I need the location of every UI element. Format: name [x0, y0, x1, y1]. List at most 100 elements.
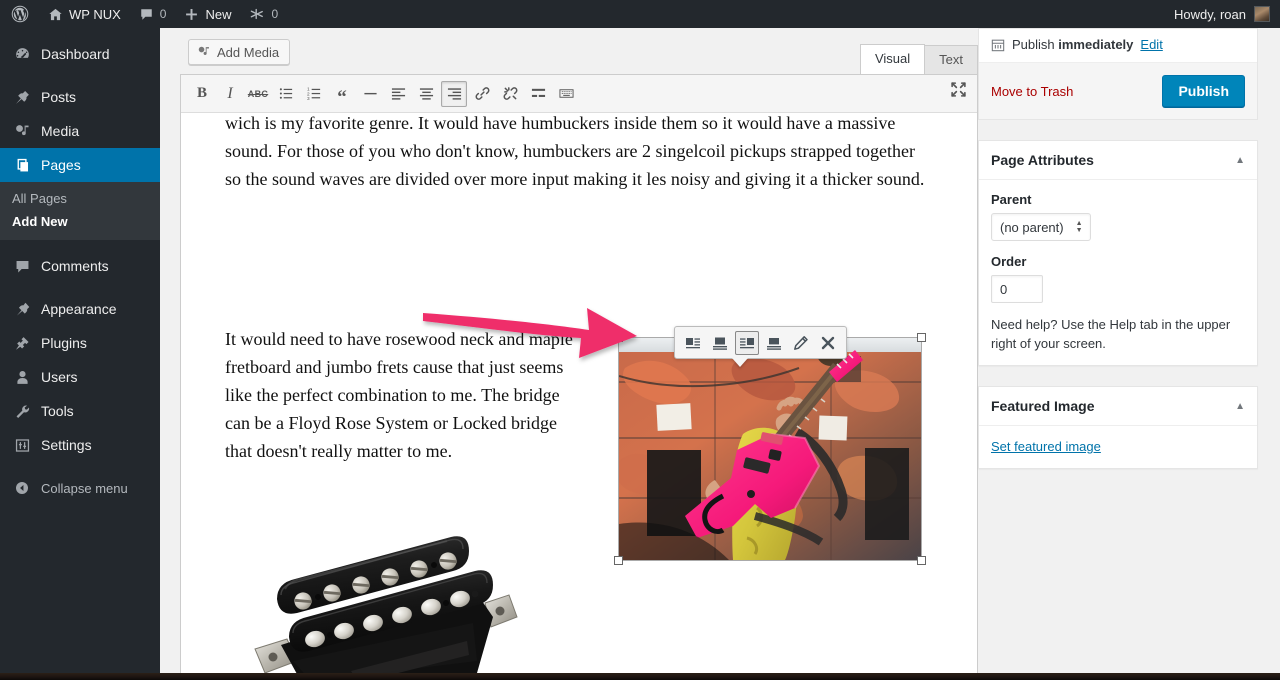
numbered-list-button[interactable]: 1 2 3	[301, 81, 327, 107]
page-attributes-help-text: Need help? Use the Help tab in the upper…	[991, 317, 1231, 351]
resize-handle-bottom-left[interactable]	[614, 556, 623, 565]
fullscreen-icon[interactable]	[950, 81, 967, 98]
comment-bubble-icon	[139, 7, 154, 22]
featured-image-header[interactable]: Featured Image ▲	[979, 387, 1257, 426]
resize-handle-bottom-right[interactable]	[917, 556, 926, 565]
comment-count: 0	[159, 7, 167, 21]
page-attributes-header[interactable]: Page Attributes ▲	[979, 141, 1257, 180]
sliders-icon	[12, 437, 32, 454]
unlink-button[interactable]	[497, 81, 523, 107]
avatar	[1254, 6, 1270, 22]
remove-image-close-button[interactable]	[816, 331, 840, 355]
featured-image-panel: Featured Image ▲ Set featured image	[978, 386, 1258, 469]
align-center-button[interactable]	[413, 81, 439, 107]
adminbar-new-content[interactable]: New	[175, 0, 240, 28]
media-icon	[12, 123, 32, 140]
collapse-arrow-icon	[12, 480, 32, 496]
sidebar-label: Settings	[41, 437, 92, 453]
align-left-button[interactable]	[385, 81, 411, 107]
sidebar-item-dashboard[interactable]: Dashboard	[0, 37, 160, 71]
image-align-left-button[interactable]	[681, 331, 705, 355]
parent-label: Parent	[991, 192, 1032, 207]
blockquote-button[interactable]: “	[329, 81, 355, 107]
sidebar-item-appearance[interactable]: Appearance	[0, 292, 160, 326]
tab-visual[interactable]: Visual	[859, 44, 926, 74]
resize-handle-top-left[interactable]	[614, 333, 623, 342]
set-featured-image-link[interactable]: Set featured image	[991, 439, 1101, 454]
publish-button[interactable]: Publish	[1162, 75, 1245, 107]
add-media-button[interactable]: Add Media	[188, 39, 291, 65]
adminbar-comments[interactable]: 0	[130, 0, 176, 28]
sidebar-item-comments[interactable]: Comments	[0, 249, 160, 283]
image-no-align-button[interactable]	[762, 331, 786, 355]
sidebar-label: Appearance	[41, 301, 117, 317]
editor-box: B I ABC 1 2 3 “ wich is my favorite genr…	[180, 74, 978, 673]
bold-button[interactable]: B	[189, 81, 215, 107]
editor-toolbar: B I ABC 1 2 3 “	[181, 75, 977, 113]
publish-panel: Publish immediately Edit Move to Trash P…	[978, 28, 1258, 120]
chevron-up-icon[interactable]: ▲	[1235, 155, 1245, 166]
publish-actions-row: Move to Trash Publish	[979, 63, 1257, 119]
admin-sidebar: Dashboard Posts Media Pages All Pages Ad…	[0, 28, 168, 673]
sidebar-item-settings[interactable]: Settings	[0, 428, 160, 462]
horizontal-rule-button[interactable]	[357, 81, 383, 107]
edit-publish-date-link[interactable]: Edit	[1140, 37, 1162, 52]
image-align-center-button[interactable]	[708, 331, 732, 355]
page-attributes-panel: Page Attributes ▲ Parent (no parent) ▲ ▼ …	[978, 140, 1258, 366]
publish-prefix: Publish	[1012, 37, 1059, 52]
home-icon	[48, 7, 63, 22]
editor-column: Add Media Visual Text B I ABC 1 2 3 “ wi…	[180, 28, 978, 673]
dashboard-icon	[12, 46, 32, 63]
edit-image-pencil-button[interactable]	[789, 331, 813, 355]
move-to-trash-link[interactable]: Move to Trash	[991, 84, 1073, 99]
parent-select-value: (no parent)	[1000, 219, 1064, 235]
publish-schedule-row: Publish immediately Edit	[979, 29, 1257, 63]
adminbar-plugin-status[interactable]: 0	[240, 0, 287, 28]
italic-button[interactable]: I	[217, 81, 243, 107]
collapse-menu-label: Collapse menu	[41, 480, 128, 496]
sidebar-item-pages[interactable]: Pages	[0, 148, 168, 182]
image-align-right-button[interactable]	[735, 330, 759, 355]
align-right-button[interactable]	[441, 80, 467, 107]
pages-submenu: All Pages Add New	[0, 182, 160, 240]
insert-more-tag-button[interactable]	[525, 81, 551, 107]
main-content-area: Add Media Visual Text B I ABC 1 2 3 “ wi…	[160, 28, 1280, 673]
sidebar-item-posts[interactable]: Posts	[0, 80, 160, 114]
sidebar-item-all-pages[interactable]: All Pages	[0, 187, 160, 210]
selected-image[interactable]	[614, 333, 926, 565]
strikethrough-button[interactable]: ABC	[245, 81, 271, 107]
svg-text:3: 3	[307, 96, 310, 101]
sidebar-collapse-menu[interactable]: Collapse menu	[0, 471, 160, 505]
sidebar-item-tools[interactable]: Tools	[0, 394, 160, 428]
sidebar-item-plugins[interactable]: Plugins	[0, 326, 160, 360]
editor-mode-tabs: Visual Text	[859, 44, 978, 74]
sidebar-item-users[interactable]: Users	[0, 360, 160, 394]
user-icon	[12, 369, 32, 386]
plugin-icon	[249, 6, 265, 22]
parent-select[interactable]: (no parent) ▲ ▼	[991, 213, 1091, 241]
adminbar-wordpress-logo[interactable]	[0, 0, 39, 28]
sidebar-label: Posts	[41, 89, 77, 105]
sidebar-label: Media	[41, 123, 80, 139]
insert-link-button[interactable]	[469, 81, 495, 107]
chevron-up-icon[interactable]: ▲	[1235, 401, 1245, 412]
editor-content-area[interactable]: wich is my favorite genre. It would have…	[181, 113, 977, 673]
order-input[interactable]: 0	[991, 275, 1043, 303]
sidebar-label: Comments	[41, 258, 109, 274]
howdy-label: Howdy, roan	[1173, 6, 1246, 22]
select-stepper-arrows-icon: ▲ ▼	[1075, 220, 1083, 234]
editor-media-row: Add Media Visual Text	[180, 28, 978, 74]
order-label: Order	[991, 254, 1027, 269]
adminbar-account[interactable]: Howdy, roan	[1174, 0, 1280, 28]
tab-text[interactable]: Text	[924, 45, 978, 74]
humbucker-pickup-image[interactable]	[241, 533, 531, 673]
wordpress-logo-icon	[11, 5, 29, 23]
sidebar-item-add-new[interactable]: Add New	[0, 210, 160, 233]
adminbar-site-name[interactable]: WP NUX	[39, 0, 130, 28]
resize-handle-top-right[interactable]	[917, 333, 926, 342]
toolbar-toggle-button[interactable]	[553, 81, 579, 107]
new-content-label: New	[205, 6, 232, 22]
bulleted-list-button[interactable]	[273, 81, 299, 107]
content-paragraph-2: It would need to have rosewood neck and …	[225, 329, 573, 461]
sidebar-item-media[interactable]: Media	[0, 114, 160, 148]
